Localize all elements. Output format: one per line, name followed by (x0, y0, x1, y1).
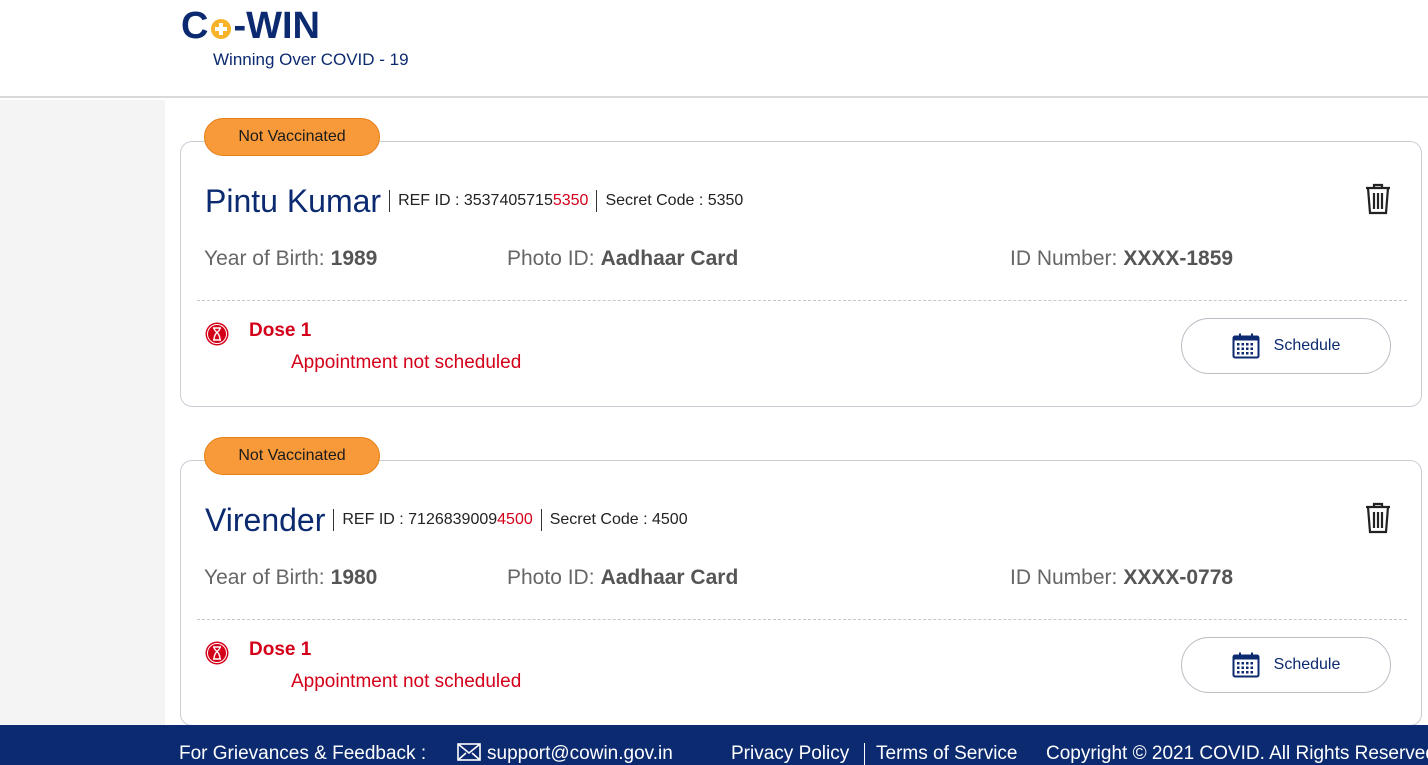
beneficiary-card-body: Virender REF ID : 71268390094500 Secret … (180, 460, 1422, 726)
yob-label: Year of Birth: (204, 247, 325, 270)
schedule-label: Schedule (1273, 656, 1341, 673)
dose-label: Dose 1 (249, 639, 312, 660)
id-number-value: XXXX-1859 (1123, 247, 1234, 270)
calendar-icon (1232, 333, 1260, 359)
appointment-status: Appointment not scheduled (291, 352, 522, 373)
support-email: support@cowin.gov.in (487, 743, 673, 764)
beneficiary-header: Pintu Kumar REF ID : 35374057155350 Secr… (205, 181, 743, 221)
grievance-label: For Grievances & Feedback : (179, 743, 427, 764)
separator (389, 190, 391, 212)
ref-id: REF ID : 71268390094500 (342, 511, 532, 529)
logo-wordmark: C -WIN (181, 6, 320, 46)
photo-id-label: Photo ID: (507, 247, 595, 270)
year-of-birth: Year of Birth: 1989 (204, 247, 377, 271)
logo-tagline: Winning Over COVID - 19 (213, 50, 409, 69)
ref-id-prefix: REF ID : 3537405715 (398, 192, 553, 209)
separator (540, 509, 542, 531)
separator (596, 190, 598, 212)
ref-id-suffix: 5350 (552, 192, 589, 209)
divider (197, 619, 1407, 620)
logo-text-win: -WIN (233, 5, 320, 47)
yob-value: 1989 (330, 247, 378, 270)
id-number: ID Number: XXXX-1859 (1010, 247, 1233, 271)
status-badge: Not Vaccinated (204, 118, 380, 156)
year-of-birth: Year of Birth: 1980 (204, 566, 377, 590)
yob-value: 1980 (330, 566, 378, 589)
beneficiary-name: Pintu Kumar (205, 182, 382, 219)
appointment-status: Appointment not scheduled (291, 671, 522, 692)
secret-code: Secret Code : 5350 (605, 192, 744, 209)
left-sidebar (0, 100, 165, 725)
hourglass-icon (205, 322, 229, 346)
photo-id-value: Aadhaar Card (600, 247, 739, 270)
ref-id-suffix: 4500 (497, 511, 533, 528)
beneficiary-card-body: Pintu Kumar REF ID : 35374057155350 Secr… (180, 141, 1422, 407)
delete-trash-icon[interactable] (1363, 182, 1393, 216)
dose-label: Dose 1 (249, 320, 312, 341)
cowin-logo[interactable]: C -WIN Winning Over COVID - 19 (181, 6, 409, 69)
photo-id-value: Aadhaar Card (600, 566, 739, 589)
photo-id: Photo ID: Aadhaar Card (507, 247, 738, 271)
calendar-icon (1232, 652, 1260, 678)
terms-of-service-link[interactable]: Terms of Service (876, 743, 1017, 765)
id-number-label: ID Number: (1010, 247, 1118, 270)
schedule-button[interactable]: Schedule (1181, 637, 1391, 693)
schedule-button[interactable]: Schedule (1181, 318, 1391, 374)
photo-id: Photo ID: Aadhaar Card (507, 566, 738, 590)
support-email-link[interactable]: support@cowin.gov.in (443, 743, 673, 765)
mail-icon (457, 743, 481, 761)
delete-trash-icon[interactable] (1363, 501, 1393, 535)
ref-id: REF ID : 35374057155350 (398, 192, 588, 210)
footer: For Grievances & Feedback : support@cowi… (0, 725, 1428, 765)
separator (864, 743, 865, 765)
id-number: ID Number: XXXX-0778 (1010, 566, 1233, 590)
beneficiary-name: Virender (205, 501, 326, 538)
beneficiary-header: Virender REF ID : 71268390094500 Secret … (205, 500, 688, 540)
divider (197, 300, 1407, 301)
logo-text-c: C (181, 5, 209, 47)
header: C -WIN Winning Over COVID - 19 (0, 0, 1428, 98)
id-number-value: XXXX-0778 (1123, 566, 1234, 589)
copyright-text: Copyright © 2021 COVID. All Rights Reser… (1046, 743, 1428, 764)
photo-id-label: Photo ID: (507, 566, 595, 589)
privacy-policy-link[interactable]: Privacy Policy (731, 743, 849, 765)
id-number-label: ID Number: (1010, 566, 1118, 589)
status-badge: Not Vaccinated (204, 437, 380, 475)
logo-plus-icon (210, 18, 232, 40)
secret-code: Secret Code : 4500 (549, 511, 688, 528)
schedule-label: Schedule (1273, 337, 1341, 354)
hourglass-icon (205, 641, 229, 665)
yob-label: Year of Birth: (204, 566, 325, 589)
beneficiary-list: Not Vaccinated Pintu Kumar REF ID : 3537… (165, 100, 1428, 726)
ref-id-prefix: REF ID : 7126839009 (342, 511, 498, 528)
separator (333, 509, 335, 531)
